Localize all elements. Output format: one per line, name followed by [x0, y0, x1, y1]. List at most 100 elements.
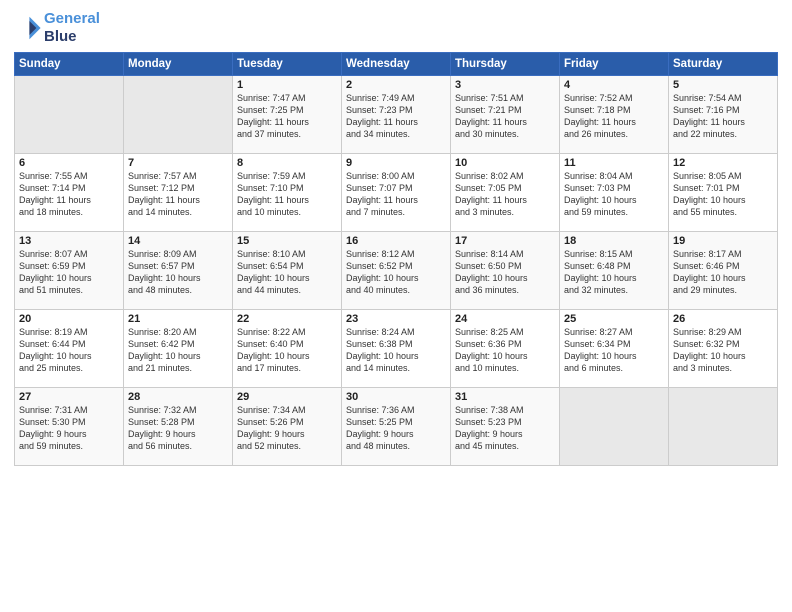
day-cell: 1Sunrise: 7:47 AM Sunset: 7:25 PM Daylig…	[233, 76, 342, 154]
day-info: Sunrise: 8:24 AM Sunset: 6:38 PM Dayligh…	[346, 326, 446, 375]
day-info: Sunrise: 7:59 AM Sunset: 7:10 PM Dayligh…	[237, 170, 337, 219]
day-info: Sunrise: 8:00 AM Sunset: 7:07 PM Dayligh…	[346, 170, 446, 219]
day-number: 1	[237, 79, 337, 91]
week-row-3: 13Sunrise: 8:07 AM Sunset: 6:59 PM Dayli…	[15, 232, 778, 310]
day-number: 26	[673, 313, 773, 325]
weekday-header-saturday: Saturday	[669, 53, 778, 76]
day-number: 25	[564, 313, 664, 325]
day-cell: 17Sunrise: 8:14 AM Sunset: 6:50 PM Dayli…	[451, 232, 560, 310]
day-number: 4	[564, 79, 664, 91]
day-cell: 20Sunrise: 8:19 AM Sunset: 6:44 PM Dayli…	[15, 310, 124, 388]
day-cell: 15Sunrise: 8:10 AM Sunset: 6:54 PM Dayli…	[233, 232, 342, 310]
day-number: 30	[346, 391, 446, 403]
day-cell: 18Sunrise: 8:15 AM Sunset: 6:48 PM Dayli…	[560, 232, 669, 310]
day-number: 29	[237, 391, 337, 403]
day-number: 31	[455, 391, 555, 403]
day-info: Sunrise: 8:17 AM Sunset: 6:46 PM Dayligh…	[673, 248, 773, 297]
day-cell: 7Sunrise: 7:57 AM Sunset: 7:12 PM Daylig…	[124, 154, 233, 232]
day-cell: 19Sunrise: 8:17 AM Sunset: 6:46 PM Dayli…	[669, 232, 778, 310]
day-info: Sunrise: 7:34 AM Sunset: 5:26 PM Dayligh…	[237, 404, 337, 453]
day-info: Sunrise: 8:05 AM Sunset: 7:01 PM Dayligh…	[673, 170, 773, 219]
day-cell: 26Sunrise: 8:29 AM Sunset: 6:32 PM Dayli…	[669, 310, 778, 388]
day-number: 18	[564, 235, 664, 247]
day-cell: 12Sunrise: 8:05 AM Sunset: 7:01 PM Dayli…	[669, 154, 778, 232]
day-number: 15	[237, 235, 337, 247]
day-number: 14	[128, 235, 228, 247]
day-info: Sunrise: 8:09 AM Sunset: 6:57 PM Dayligh…	[128, 248, 228, 297]
day-cell: 25Sunrise: 8:27 AM Sunset: 6:34 PM Dayli…	[560, 310, 669, 388]
day-number: 17	[455, 235, 555, 247]
day-info: Sunrise: 8:29 AM Sunset: 6:32 PM Dayligh…	[673, 326, 773, 375]
day-info: Sunrise: 7:55 AM Sunset: 7:14 PM Dayligh…	[19, 170, 119, 219]
logo-text: General Blue	[44, 10, 100, 46]
day-info: Sunrise: 7:47 AM Sunset: 7:25 PM Dayligh…	[237, 92, 337, 141]
day-number: 12	[673, 157, 773, 169]
day-info: Sunrise: 7:31 AM Sunset: 5:30 PM Dayligh…	[19, 404, 119, 453]
day-cell: 29Sunrise: 7:34 AM Sunset: 5:26 PM Dayli…	[233, 388, 342, 466]
week-row-4: 20Sunrise: 8:19 AM Sunset: 6:44 PM Dayli…	[15, 310, 778, 388]
day-cell: 10Sunrise: 8:02 AM Sunset: 7:05 PM Dayli…	[451, 154, 560, 232]
day-info: Sunrise: 7:32 AM Sunset: 5:28 PM Dayligh…	[128, 404, 228, 453]
day-cell	[15, 76, 124, 154]
weekday-header-sunday: Sunday	[15, 53, 124, 76]
day-cell: 27Sunrise: 7:31 AM Sunset: 5:30 PM Dayli…	[15, 388, 124, 466]
day-number: 24	[455, 313, 555, 325]
day-cell: 31Sunrise: 7:38 AM Sunset: 5:23 PM Dayli…	[451, 388, 560, 466]
day-info: Sunrise: 8:12 AM Sunset: 6:52 PM Dayligh…	[346, 248, 446, 297]
day-number: 6	[19, 157, 119, 169]
day-info: Sunrise: 7:36 AM Sunset: 5:25 PM Dayligh…	[346, 404, 446, 453]
day-cell	[669, 388, 778, 466]
day-number: 20	[19, 313, 119, 325]
day-cell: 5Sunrise: 7:54 AM Sunset: 7:16 PM Daylig…	[669, 76, 778, 154]
day-cell: 22Sunrise: 8:22 AM Sunset: 6:40 PM Dayli…	[233, 310, 342, 388]
day-info: Sunrise: 8:22 AM Sunset: 6:40 PM Dayligh…	[237, 326, 337, 375]
day-number: 28	[128, 391, 228, 403]
day-info: Sunrise: 7:38 AM Sunset: 5:23 PM Dayligh…	[455, 404, 555, 453]
weekday-header-row: SundayMondayTuesdayWednesdayThursdayFrid…	[15, 53, 778, 76]
day-cell	[560, 388, 669, 466]
day-cell: 3Sunrise: 7:51 AM Sunset: 7:21 PM Daylig…	[451, 76, 560, 154]
day-number: 16	[346, 235, 446, 247]
day-info: Sunrise: 8:02 AM Sunset: 7:05 PM Dayligh…	[455, 170, 555, 219]
day-info: Sunrise: 8:10 AM Sunset: 6:54 PM Dayligh…	[237, 248, 337, 297]
day-cell: 30Sunrise: 7:36 AM Sunset: 5:25 PM Dayli…	[342, 388, 451, 466]
day-cell: 9Sunrise: 8:00 AM Sunset: 7:07 PM Daylig…	[342, 154, 451, 232]
day-cell	[124, 76, 233, 154]
day-number: 3	[455, 79, 555, 91]
day-number: 9	[346, 157, 446, 169]
day-cell: 4Sunrise: 7:52 AM Sunset: 7:18 PM Daylig…	[560, 76, 669, 154]
day-number: 5	[673, 79, 773, 91]
day-number: 19	[673, 235, 773, 247]
day-info: Sunrise: 8:27 AM Sunset: 6:34 PM Dayligh…	[564, 326, 664, 375]
day-cell: 28Sunrise: 7:32 AM Sunset: 5:28 PM Dayli…	[124, 388, 233, 466]
day-cell: 21Sunrise: 8:20 AM Sunset: 6:42 PM Dayli…	[124, 310, 233, 388]
weekday-header-tuesday: Tuesday	[233, 53, 342, 76]
page: General Blue SundayMondayTuesdayWednesda…	[0, 0, 792, 612]
day-number: 2	[346, 79, 446, 91]
weekday-header-friday: Friday	[560, 53, 669, 76]
calendar-table: SundayMondayTuesdayWednesdayThursdayFrid…	[14, 52, 778, 466]
day-cell: 6Sunrise: 7:55 AM Sunset: 7:14 PM Daylig…	[15, 154, 124, 232]
day-cell: 11Sunrise: 8:04 AM Sunset: 7:03 PM Dayli…	[560, 154, 669, 232]
day-number: 7	[128, 157, 228, 169]
day-info: Sunrise: 7:54 AM Sunset: 7:16 PM Dayligh…	[673, 92, 773, 141]
day-info: Sunrise: 7:52 AM Sunset: 7:18 PM Dayligh…	[564, 92, 664, 141]
day-number: 23	[346, 313, 446, 325]
day-number: 27	[19, 391, 119, 403]
day-info: Sunrise: 7:57 AM Sunset: 7:12 PM Dayligh…	[128, 170, 228, 219]
weekday-header-wednesday: Wednesday	[342, 53, 451, 76]
week-row-2: 6Sunrise: 7:55 AM Sunset: 7:14 PM Daylig…	[15, 154, 778, 232]
week-row-1: 1Sunrise: 7:47 AM Sunset: 7:25 PM Daylig…	[15, 76, 778, 154]
day-info: Sunrise: 8:07 AM Sunset: 6:59 PM Dayligh…	[19, 248, 119, 297]
day-info: Sunrise: 7:49 AM Sunset: 7:23 PM Dayligh…	[346, 92, 446, 141]
day-number: 22	[237, 313, 337, 325]
week-row-5: 27Sunrise: 7:31 AM Sunset: 5:30 PM Dayli…	[15, 388, 778, 466]
day-cell: 24Sunrise: 8:25 AM Sunset: 6:36 PM Dayli…	[451, 310, 560, 388]
weekday-header-thursday: Thursday	[451, 53, 560, 76]
day-cell: 13Sunrise: 8:07 AM Sunset: 6:59 PM Dayli…	[15, 232, 124, 310]
day-cell: 16Sunrise: 8:12 AM Sunset: 6:52 PM Dayli…	[342, 232, 451, 310]
day-info: Sunrise: 8:04 AM Sunset: 7:03 PM Dayligh…	[564, 170, 664, 219]
day-info: Sunrise: 8:25 AM Sunset: 6:36 PM Dayligh…	[455, 326, 555, 375]
day-info: Sunrise: 8:20 AM Sunset: 6:42 PM Dayligh…	[128, 326, 228, 375]
logo-icon	[14, 14, 42, 42]
